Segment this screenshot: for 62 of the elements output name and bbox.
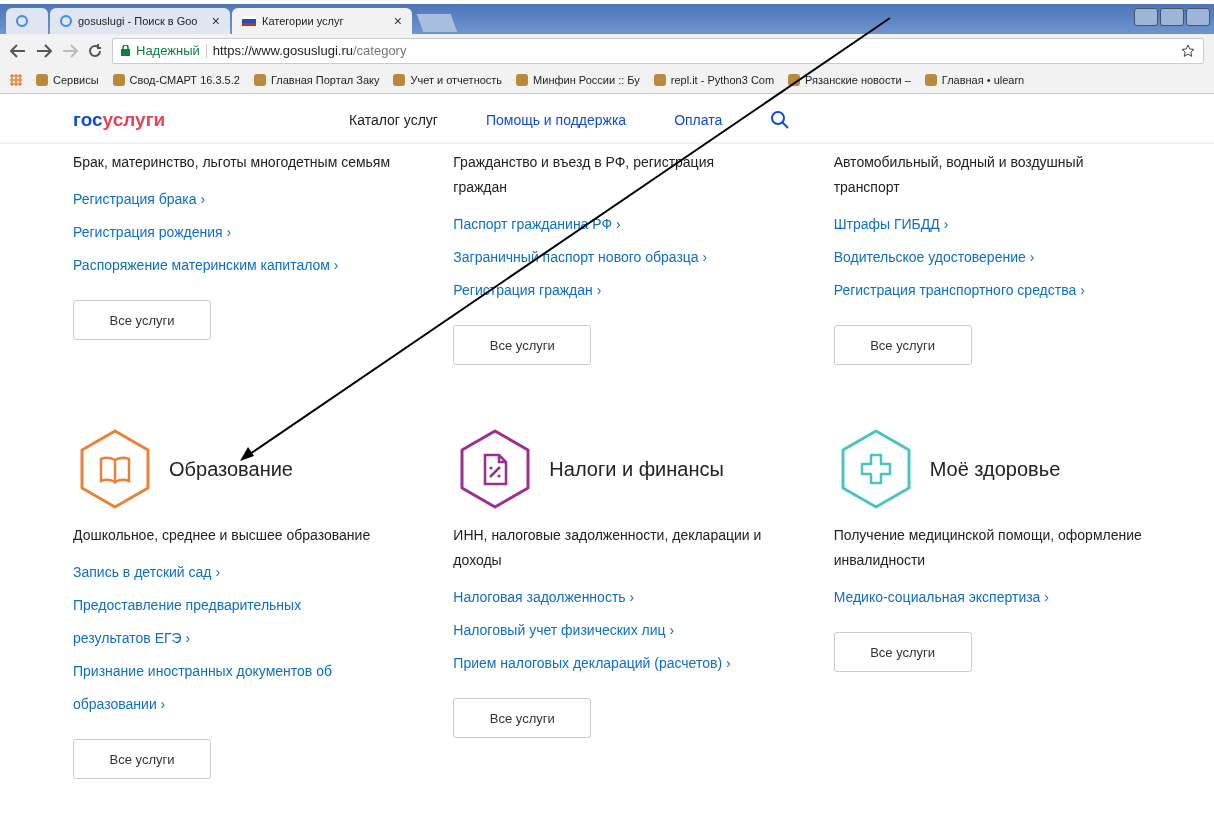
category-title[interactable]: Моё здоровье [929, 457, 1061, 481]
nav-link[interactable]: Оплата [674, 112, 723, 128]
bookmark[interactable]: Учет и отчетность [393, 74, 503, 86]
lock-icon [121, 45, 130, 56]
category-title[interactable]: Образование [169, 457, 293, 481]
service-link[interactable]: Заграничный паспорт нового образца › [453, 241, 754, 274]
close-icon[interactable]: × [393, 13, 402, 29]
url-text: https://www.gosuslugi.ru/category [212, 43, 407, 58]
service-link[interactable]: Медико-социальная экспертиза › [833, 581, 1134, 614]
all-services-button[interactable]: Все услуги [73, 300, 211, 340]
flag-icon [242, 16, 256, 26]
all-services-button[interactable]: Все услуги [73, 739, 211, 779]
address-bar[interactable]: Надежный https://www.gosuslugi.ru/category [112, 37, 1204, 64]
service-link[interactable]: Водительское удостоверение › [833, 241, 1134, 274]
browser-tab[interactable] [6, 8, 48, 34]
forward-icon[interactable] [36, 43, 52, 58]
browser-tab[interactable]: gosuslugi - Поиск в Goo × [50, 8, 230, 34]
category-description: Автомобильный, водный и воздушный транспорт [833, 153, 1085, 197]
service-link[interactable]: Запись в детский сад › [73, 556, 373, 589]
tab-title: Категории услуг [262, 15, 345, 27]
reload-icon[interactable] [88, 43, 102, 58]
category-description: Брак, материнство, льготы многодетным семьям [73, 153, 391, 172]
service-link[interactable]: Паспорт гражданина РФ › [453, 208, 754, 241]
service-link[interactable]: Предоставление предварительных результатов ЕГЭ › [73, 589, 373, 655]
service-link[interactable]: Регистрация рождения › [73, 216, 373, 249]
back-icon[interactable] [10, 43, 26, 58]
service-link[interactable]: Налоговый учет физических лиц › [453, 614, 754, 647]
category-title[interactable]: Налоги и финансы [549, 457, 724, 481]
nav-link[interactable]: Каталог услуг [349, 112, 438, 128]
globe-icon [60, 15, 72, 27]
service-link[interactable]: Регистрация транспортного средства › [833, 274, 1134, 307]
service-link[interactable]: Признание иностранных документов об образовании › [73, 655, 373, 721]
all-services-button[interactable]: Все услуги [453, 325, 592, 365]
bookmark[interactable]: Главная • ulearn [924, 74, 1025, 86]
site-logo[interactable]: госуслуги [73, 109, 349, 131]
bookmark[interactable]: Рязанские новости – [788, 74, 911, 86]
category-description: Получение медицинской помощи, оформление инвалидности [833, 526, 1143, 570]
all-services-button[interactable]: Все услуги [833, 632, 972, 672]
all-services-button[interactable]: Все услуги [453, 698, 592, 738]
star-icon[interactable] [1181, 43, 1195, 58]
globe-icon [16, 15, 28, 27]
all-services-button[interactable]: Все услуги [833, 325, 972, 365]
bookmark[interactable]: Сервисы [36, 74, 99, 86]
bookmark[interactable]: Главная Портал Заку [253, 74, 380, 86]
service-link[interactable]: Распоряжение материнским капиталом › [73, 249, 373, 282]
category-description: ИНН, налоговые задолженности, декларации и доходы [453, 526, 763, 570]
apps-grid-icon[interactable] [10, 74, 22, 86]
bookmark[interactable]: Минфин России :: Бу [516, 74, 640, 86]
nav-link[interactable]: Помощь и поддержка [485, 112, 627, 128]
service-link[interactable]: Прием налоговых деклараций (расчетов) › [453, 647, 754, 680]
bookmark[interactable]: repl.it - Python3 Com [653, 74, 775, 86]
search-icon[interactable] [770, 110, 791, 130]
bookmark[interactable]: Свод-СМАРТ 16.3.5.2 [112, 74, 240, 86]
service-link[interactable]: Налоговая задолженность › [453, 581, 754, 614]
service-link[interactable]: Регистрация брака › [73, 183, 373, 216]
close-icon[interactable]: × [211, 13, 220, 29]
browser-tab[interactable]: Категории услуг × [232, 8, 412, 34]
tab-title: gosuslugi - Поиск в Goo [78, 15, 199, 27]
new-tab-button[interactable] [416, 14, 458, 32]
service-link[interactable]: Штрафы ГИБДД › [833, 208, 1134, 241]
security-label: Надежный [136, 43, 200, 58]
category-description: Дошкольное, среднее и высшее образование [73, 526, 372, 545]
